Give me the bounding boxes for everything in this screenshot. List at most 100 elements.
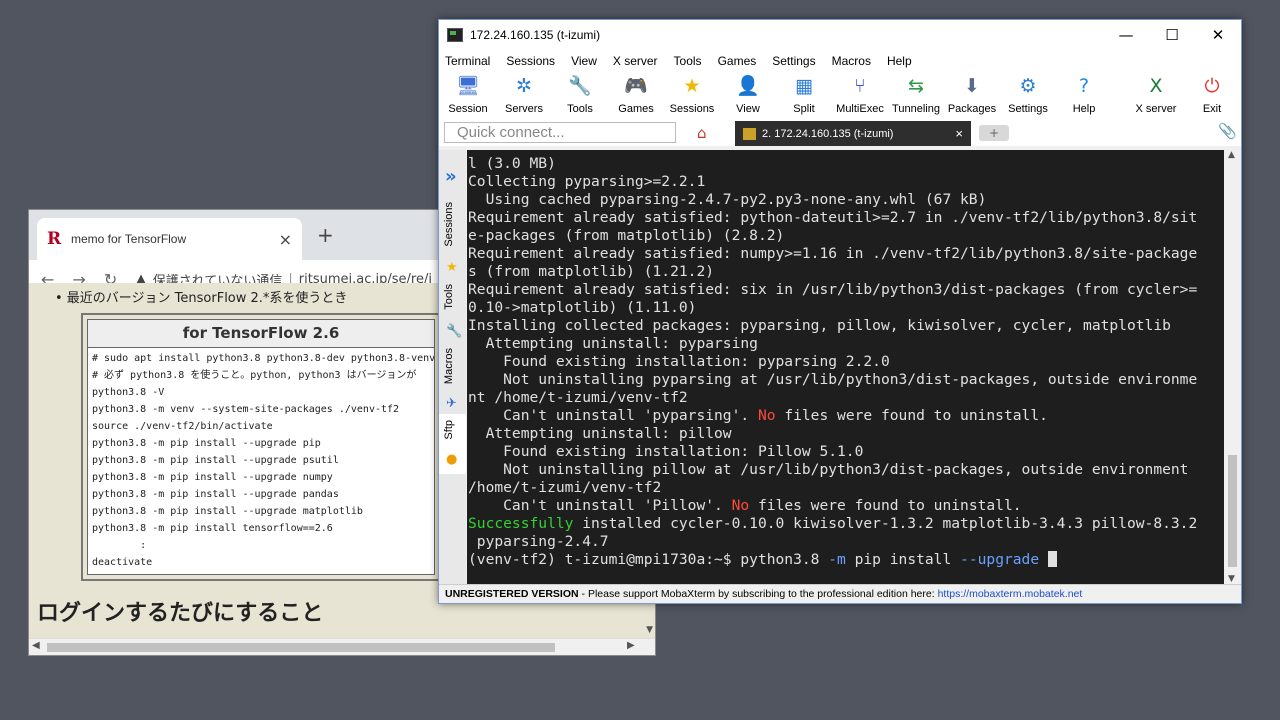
menu-item-sessions[interactable]: Sessions xyxy=(506,54,555,68)
shell-prompt: (venv-tf2) t-izumi@mpi1730a:~$ python3.8 xyxy=(468,551,829,568)
toolbar-split-button[interactable]: ▦ Split xyxy=(776,72,832,115)
sidebar-tab-sessions[interactable]: Sessions xyxy=(443,202,455,247)
paperclip-icon[interactable]: 📎 xyxy=(1218,122,1237,140)
tools-icon: 🔧 xyxy=(446,324,463,339)
expand-sidebar-icon[interactable]: » xyxy=(445,166,457,187)
horizontal-scrollbar[interactable]: ◀ ▶ xyxy=(29,638,655,655)
new-tab-button[interactable]: + xyxy=(317,223,334,247)
scroll-down-arrow-icon[interactable]: ▼ xyxy=(1228,574,1235,584)
toolbar-x-server-button[interactable]: X X server xyxy=(1128,72,1184,115)
toolbar-label: Games xyxy=(618,103,654,115)
toolbar-exit-button[interactable]: ⏻ Exit xyxy=(1184,72,1240,115)
menu-item-macros[interactable]: Macros xyxy=(832,54,871,68)
sessions-icon: ★ xyxy=(683,75,701,97)
menu-item-terminal[interactable]: Terminal xyxy=(445,54,490,68)
mobatek-link[interactable]: https://mobaxterm.mobatek.net xyxy=(938,588,1083,600)
scroll-left-arrow-icon[interactable]: ◀ xyxy=(32,640,40,651)
sidebar-tab-macros[interactable]: Macros xyxy=(443,348,455,384)
toolbar-label: Servers xyxy=(505,103,543,115)
toolbar-label: Sessions xyxy=(669,103,715,115)
add-tab-button[interactable]: + xyxy=(979,125,1009,141)
terminal-output[interactable]: l (3.0 MB) Collecting pyparsing>=2.2.1 U… xyxy=(467,150,1224,584)
toolbar-label: Settings xyxy=(1008,103,1048,115)
main-toolbar: 🖥 Session ✲ Servers 🔧 Tools 🎮 Games ★ Sessions 👤 Vi… xyxy=(439,72,1241,118)
toolbar-label: Packages xyxy=(947,103,997,115)
sftp-icon: ● xyxy=(446,452,458,467)
status-bar: UNREGISTERED VERSION - Please support Mo… xyxy=(439,584,1241,603)
sidebar-tab-tools[interactable]: Tools xyxy=(443,284,455,310)
code-box-body: # sudo apt install python3.8 python3.8-d… xyxy=(92,353,434,568)
menu-item-tools[interactable]: Tools xyxy=(674,54,702,68)
tunneling-icon: ⇆ xyxy=(908,75,924,97)
browser-tab[interactable]: R memo for TensorFlow × xyxy=(37,218,302,260)
toolbar-servers-button[interactable]: ✲ Servers xyxy=(496,72,552,115)
servers-icon: ✲ xyxy=(516,75,532,97)
menu-item-help[interactable]: Help xyxy=(887,54,912,68)
session-tab-title: 2. 172.24.160.135 (t-izumi) xyxy=(762,127,894,140)
toolbar-label: X server xyxy=(1135,103,1177,115)
toolbar-view-button[interactable]: 👤 View xyxy=(720,72,776,115)
toolbar-label: Help xyxy=(1072,103,1096,115)
toolbar-games-button[interactable]: 🎮 Games xyxy=(608,72,664,115)
terminal-text: l (3.0 MB) Collecting pyparsing>=2.2.1 U… xyxy=(468,155,1198,568)
session-icon: 🖥 xyxy=(456,75,481,97)
scrollbar-thumb[interactable] xyxy=(47,643,555,652)
toolbar-packages-button[interactable]: ⬇ Packages xyxy=(944,72,1000,115)
help-icon: ? xyxy=(1078,75,1090,97)
left-sidebar: » Sessions ★ Tools 🔧 Macros ✈ Sftp ● xyxy=(439,150,466,584)
tab-close-icon[interactable]: × xyxy=(955,126,971,141)
site-favicon-icon: R xyxy=(47,229,62,249)
close-button[interactable]: ✕ xyxy=(1195,26,1241,44)
menu-item-games[interactable]: Games xyxy=(718,54,757,68)
tab-session-2[interactable]: 2. 172.24.160.135 (t-izumi) × xyxy=(735,121,971,146)
sidebar-tab-sftp[interactable]: Sftp xyxy=(443,420,455,440)
toolbar-label: Exit xyxy=(1202,103,1222,115)
mobaxterm-app-icon xyxy=(447,28,463,42)
toolbar-sessions-button[interactable]: ★ Sessions xyxy=(664,72,720,115)
scrollbar-thumb[interactable] xyxy=(1228,455,1237,567)
macro-icon: ✈ xyxy=(446,396,457,411)
settings-icon: ⚙ xyxy=(1019,75,1037,97)
toolbar-help-button[interactable]: ? Help xyxy=(1056,72,1112,115)
star-icon: ★ xyxy=(446,260,458,275)
toolbar-label: Tunneling xyxy=(892,103,940,115)
minimize-button[interactable]: — xyxy=(1103,26,1149,44)
tools-icon: 🔧 xyxy=(568,75,592,97)
scroll-down-arrow-icon[interactable]: ▼ xyxy=(646,625,653,635)
toolbar-label: View xyxy=(736,103,760,115)
quick-connect-input[interactable]: Quick connect... xyxy=(444,122,676,143)
x-server-icon: X xyxy=(1149,75,1163,97)
code-box-title: for TensorFlow 2.6 xyxy=(88,320,434,348)
multiexec-icon: ⑂ xyxy=(854,75,866,97)
terminal-scrollbar[interactable]: ▲ ▼ xyxy=(1224,150,1241,584)
scroll-right-arrow-icon[interactable]: ▶ xyxy=(627,640,635,651)
mobaxterm-window: 172.24.160.135 (t-izumi) — ☐ ✕ Terminal S… xyxy=(438,19,1242,604)
home-tab-icon[interactable]: ⌂ xyxy=(697,124,707,142)
games-icon: 🎮 xyxy=(624,75,648,97)
scroll-up-arrow-icon[interactable]: ▲ xyxy=(1228,150,1235,160)
toolbar-label: MultiExec xyxy=(836,103,884,115)
packages-icon: ⬇ xyxy=(964,75,980,97)
toolbar-settings-button[interactable]: ⚙ Settings xyxy=(1000,72,1056,115)
toolbar-label: Session xyxy=(448,103,488,115)
toolbar-session-button[interactable]: 🖥 Session xyxy=(440,72,496,115)
menu-bar: Terminal Sessions View X server Tools Games Se… xyxy=(439,50,1241,72)
code-box-inner: for TensorFlow 2.6 # sudo apt install py… xyxy=(87,319,435,575)
view-icon: 👤 xyxy=(736,75,760,97)
menu-item-x-server[interactable]: X server xyxy=(613,54,658,68)
terminal-tab-icon xyxy=(743,127,756,140)
exit-icon: ⏻ xyxy=(1204,75,1220,97)
browser-tab-title: memo for TensorFlow xyxy=(71,232,187,246)
session-tab-strip: Quick connect... ⌂ 2. 172.24.160.135 (t-… xyxy=(439,118,1241,146)
maximize-button[interactable]: ☐ xyxy=(1149,26,1195,44)
toolbar-tunneling-button[interactable]: ⇆ Tunneling xyxy=(888,72,944,115)
list-item: • 最近のバージョン TensorFlow 2.*系を使うとき xyxy=(55,291,348,306)
toolbar-tools-button[interactable]: 🔧 Tools xyxy=(552,72,608,115)
toolbar-multiexec-button[interactable]: ⑂ MultiExec xyxy=(832,72,888,115)
tab-close-icon[interactable]: × xyxy=(279,230,292,249)
terminal-cursor xyxy=(1047,551,1057,567)
split-icon: ▦ xyxy=(795,75,813,97)
menu-item-settings[interactable]: Settings xyxy=(772,54,815,68)
menu-item-view[interactable]: View xyxy=(571,54,597,68)
toolbar-label: Tools xyxy=(567,103,593,115)
